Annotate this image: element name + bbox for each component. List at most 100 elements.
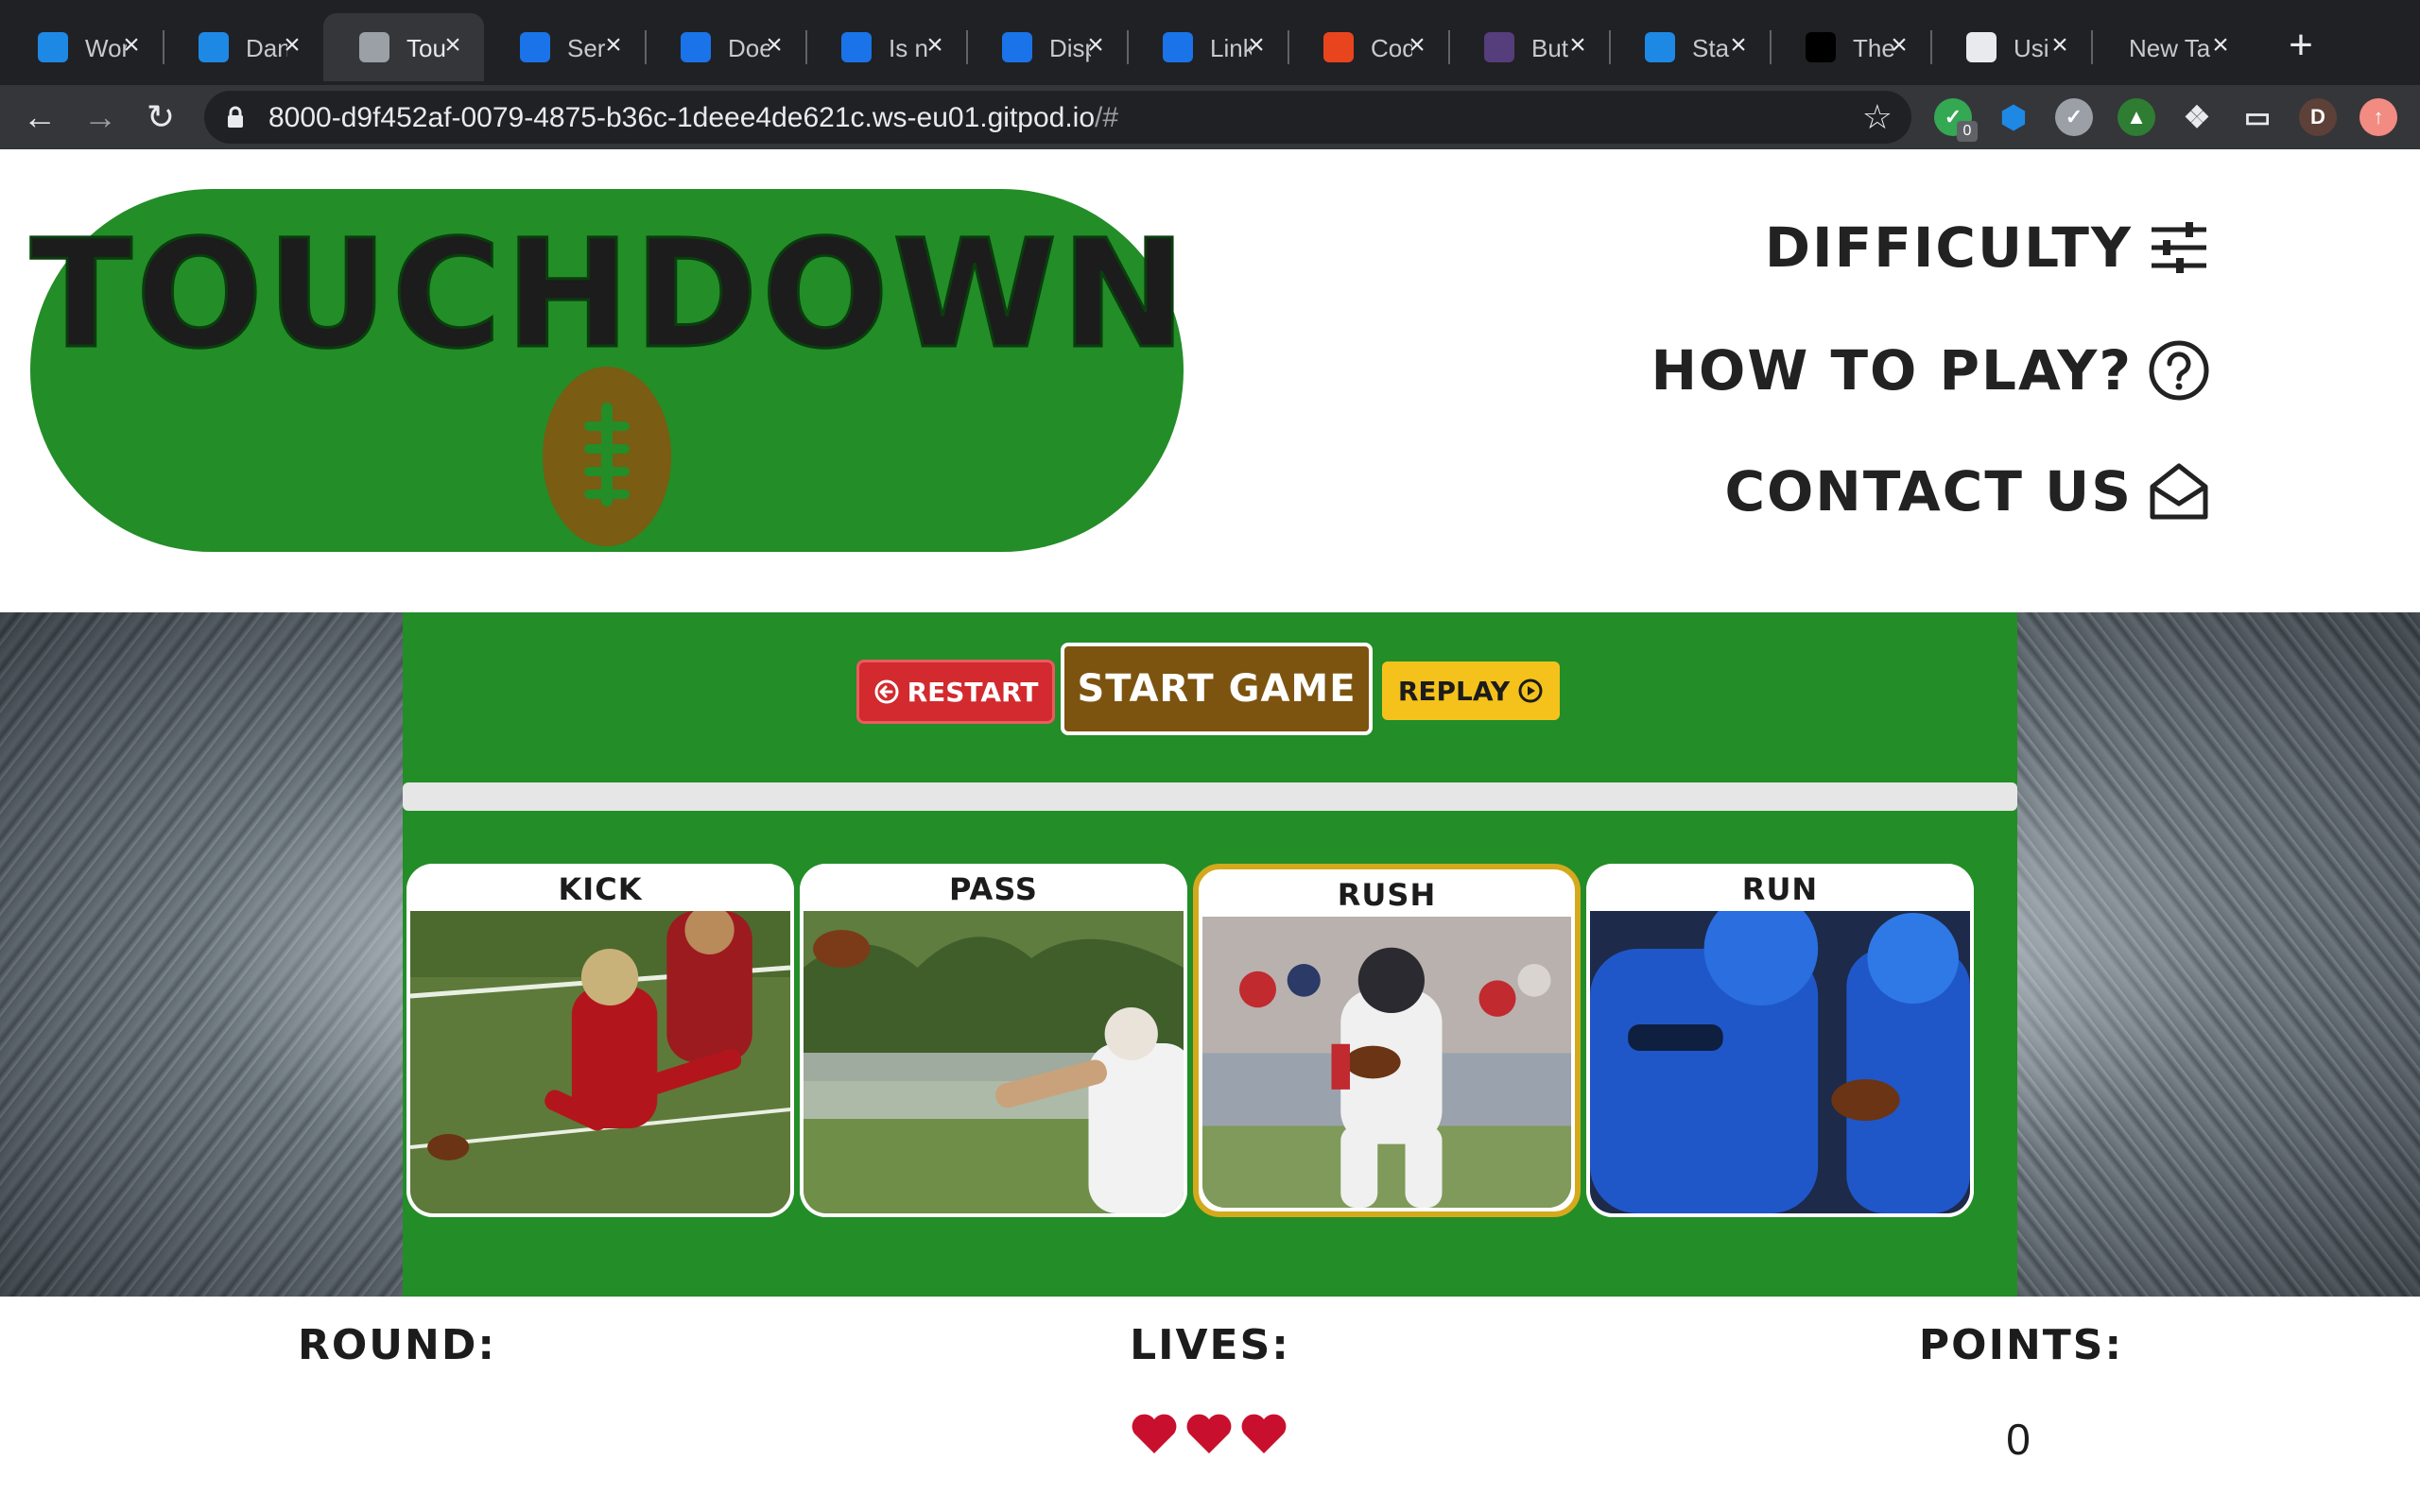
tab-separator	[966, 30, 968, 64]
globe-icon	[359, 32, 389, 62]
forward-button[interactable]: →	[81, 98, 119, 136]
browser-tab[interactable]: Sta ×	[1609, 13, 1770, 81]
powershell-icon	[1002, 32, 1032, 62]
powershell-icon	[681, 32, 711, 62]
football-icon	[543, 367, 671, 546]
browser-tab[interactable]: Dan ×	[163, 13, 323, 81]
address-bar[interactable]: 8000-d9f452af-0079-4875-b36c-1deee4de621…	[204, 91, 1911, 144]
tab-separator	[645, 30, 647, 64]
question-circle-icon	[2149, 340, 2209, 401]
logo-banner[interactable]: TOUCHDOWN	[29, 189, 1187, 552]
replay-label: REPLAY	[1397, 675, 1511, 707]
lock-icon	[228, 106, 243, 128]
browser-tab[interactable]: New Ta ×	[2091, 13, 2252, 81]
codepen-ring-icon	[1323, 32, 1354, 62]
browser-tab[interactable]: Cod ×	[1288, 13, 1448, 81]
reload-button[interactable]: ↻	[142, 98, 180, 136]
tab-close-icon[interactable]: ×	[439, 28, 467, 62]
tab-close-icon[interactable]: ×	[760, 28, 788, 62]
stadium-background-left	[0, 612, 403, 1297]
lives-hearts	[1131, 1412, 1288, 1455]
rush-photo	[1202, 917, 1571, 1208]
tab-title: New Ta	[2129, 34, 2210, 62]
browser-tab[interactable]: Doe ×	[645, 13, 805, 81]
start-game-label: START GAME	[1077, 667, 1357, 711]
tab-close-icon[interactable]: ×	[1081, 28, 1110, 62]
kick-photo	[410, 911, 790, 1213]
tab-separator	[1930, 30, 1932, 64]
gitpod-extension-icon[interactable]: ⬢	[1995, 98, 2032, 136]
puzzle-extensions-icon[interactable]: ❖	[2178, 98, 2216, 136]
tab-separator	[1770, 30, 1772, 64]
tab-close-icon[interactable]: ×	[2206, 28, 2235, 62]
tree-extension-icon[interactable]: ▲	[2118, 98, 2155, 136]
tab-close-icon[interactable]: ×	[1403, 28, 1431, 62]
restart-label: RESTART	[907, 676, 1039, 708]
tab-separator	[805, 30, 807, 64]
difficulty-menu-link[interactable]: DIFFICULTY	[1765, 210, 2210, 285]
browser-toolbar: ← → ↻ 8000-d9f452af-0079-4875-b36c-1deee…	[0, 85, 2420, 149]
how-to-play-menu-link[interactable]: HOW TO PLAY?	[1651, 333, 2210, 408]
browser-tab[interactable]: The ×	[1770, 13, 1930, 81]
stadium-background-right	[2017, 612, 2420, 1297]
extension-badge: 0	[1957, 121, 1978, 142]
run-card-label: RUN	[1741, 871, 1819, 907]
round-label: ROUND:	[298, 1321, 496, 1369]
tab-close-icon[interactable]: ×	[1885, 28, 1913, 62]
gitpod-icon	[38, 32, 68, 62]
browser-tab[interactable]: Ser ×	[484, 13, 645, 81]
sliders-icon	[2152, 222, 2206, 273]
tab-close-icon[interactable]: ×	[1564, 28, 1592, 62]
difficulty-label: DIFFICULTY	[1764, 215, 2133, 280]
browser-tab[interactable]: But ×	[1448, 13, 1609, 81]
url-host: 8000-d9f452af-0079-4875-b36c-1deee4de621…	[268, 102, 1096, 133]
browser-tab[interactable]: Disp×	[966, 13, 1127, 81]
tab-close-icon[interactable]: ×	[921, 28, 949, 62]
tab-separator	[1609, 30, 1611, 64]
powershell-icon	[1163, 32, 1193, 62]
checker-icon	[1806, 32, 1836, 62]
start-game-button[interactable]: START GAME	[1061, 643, 1373, 735]
rush-card[interactable]: RUSH	[1193, 864, 1581, 1217]
url-path: /#	[1095, 102, 1119, 133]
pass-card-label: PASS	[949, 871, 1038, 907]
kick-card[interactable]: KICK	[406, 864, 794, 1217]
tab-close-icon[interactable]: ×	[599, 28, 628, 62]
new-tab-button[interactable]: +	[2278, 25, 2324, 70]
tab-separator	[1288, 30, 1289, 64]
browser-tab[interactable]: Link ×	[1127, 13, 1288, 81]
heart-icon	[1132, 1414, 1177, 1453]
tab-close-icon[interactable]: ×	[278, 28, 306, 62]
cast-icon[interactable]: ▭	[2238, 98, 2276, 136]
browser-tab[interactable]: Usi ×	[1930, 13, 2091, 81]
tab-separator	[2091, 30, 2093, 64]
restart-button[interactable]: RESTART	[856, 660, 1055, 724]
update-icon[interactable]: ↑	[2360, 98, 2397, 136]
back-button[interactable]: ←	[21, 98, 59, 136]
browser-tab[interactable]: Tou ×	[323, 13, 484, 81]
tab-close-icon[interactable]: ×	[2046, 28, 2074, 62]
how-to-play-label: HOW TO PLAY?	[1651, 338, 2133, 403]
card-icon	[1966, 32, 1996, 62]
replay-button[interactable]: REPLAY	[1382, 662, 1560, 720]
profile-avatar[interactable]: D	[2299, 98, 2337, 136]
pass-card[interactable]: PASS	[800, 864, 1187, 1217]
tab-close-icon[interactable]: ×	[1242, 28, 1270, 62]
bootstrap-icon	[1484, 32, 1514, 62]
progress-bar	[403, 782, 2017, 811]
browser-tab[interactable]: Wor ×	[2, 13, 163, 81]
tab-close-icon[interactable]: ×	[1724, 28, 1753, 62]
heart-icon	[1186, 1414, 1232, 1453]
contact-us-menu-link[interactable]: CONTACT US	[1724, 454, 2210, 529]
contact-us-label: CONTACT US	[1724, 459, 2133, 524]
play-circle-icon	[1518, 679, 1543, 703]
envelope-open-icon	[2150, 463, 2208, 520]
browser-tab[interactable]: Is n ×	[805, 13, 966, 81]
bookmark-star-icon[interactable]: ☆	[1862, 98, 1893, 136]
tab-close-icon[interactable]: ×	[117, 28, 146, 62]
browser-tab-strip: Wor×Dan×Tou×Ser×Doe×Is n×Disp×Link×Cod×B…	[0, 0, 2420, 85]
run-card[interactable]: RUN	[1586, 864, 1974, 1217]
check-extension-icon[interactable]: ✓	[2055, 98, 2093, 136]
url-text: 8000-d9f452af-0079-4875-b36c-1deee4de621…	[268, 102, 1118, 134]
run-photo	[1590, 911, 1970, 1213]
